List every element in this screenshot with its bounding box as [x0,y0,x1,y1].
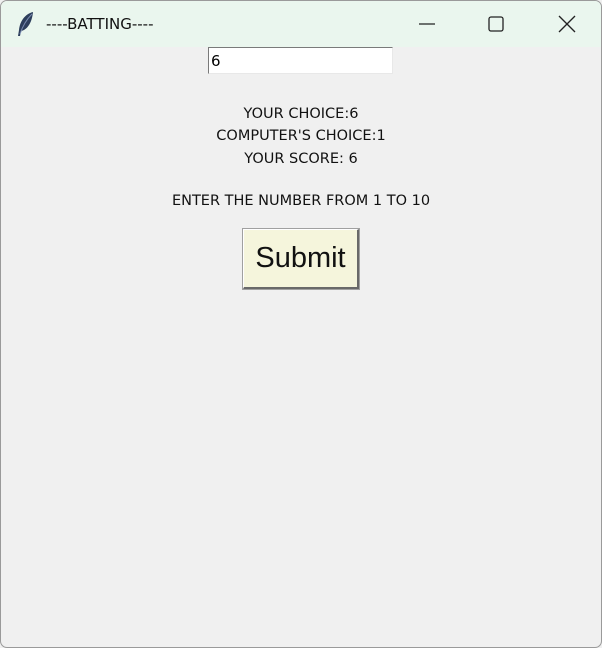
computer-choice-label: COMPUTER'S CHOICE:1 [216,128,386,144]
minimize-button[interactable] [393,1,461,47]
your-choice-label: YOUR CHOICE:6 [243,106,359,122]
submit-button[interactable]: Submit [242,228,360,290]
number-input[interactable] [208,47,393,74]
close-icon [558,15,576,33]
close-button[interactable] [533,1,601,47]
minimize-icon [419,23,435,25]
title-bar[interactable]: ----BATTING---- [1,1,601,47]
maximize-button[interactable] [462,1,530,47]
feather-icon [15,11,37,37]
window-title: ----BATTING---- [46,15,154,33]
instruction-label: ENTER THE NUMBER FROM 1 TO 10 [171,193,431,209]
your-score-label: YOUR SCORE: 6 [244,151,358,167]
app-window: ----BATTING---- YOUR CHOICE:6 COMPUTER'S… [0,0,602,648]
maximize-icon [488,16,504,32]
